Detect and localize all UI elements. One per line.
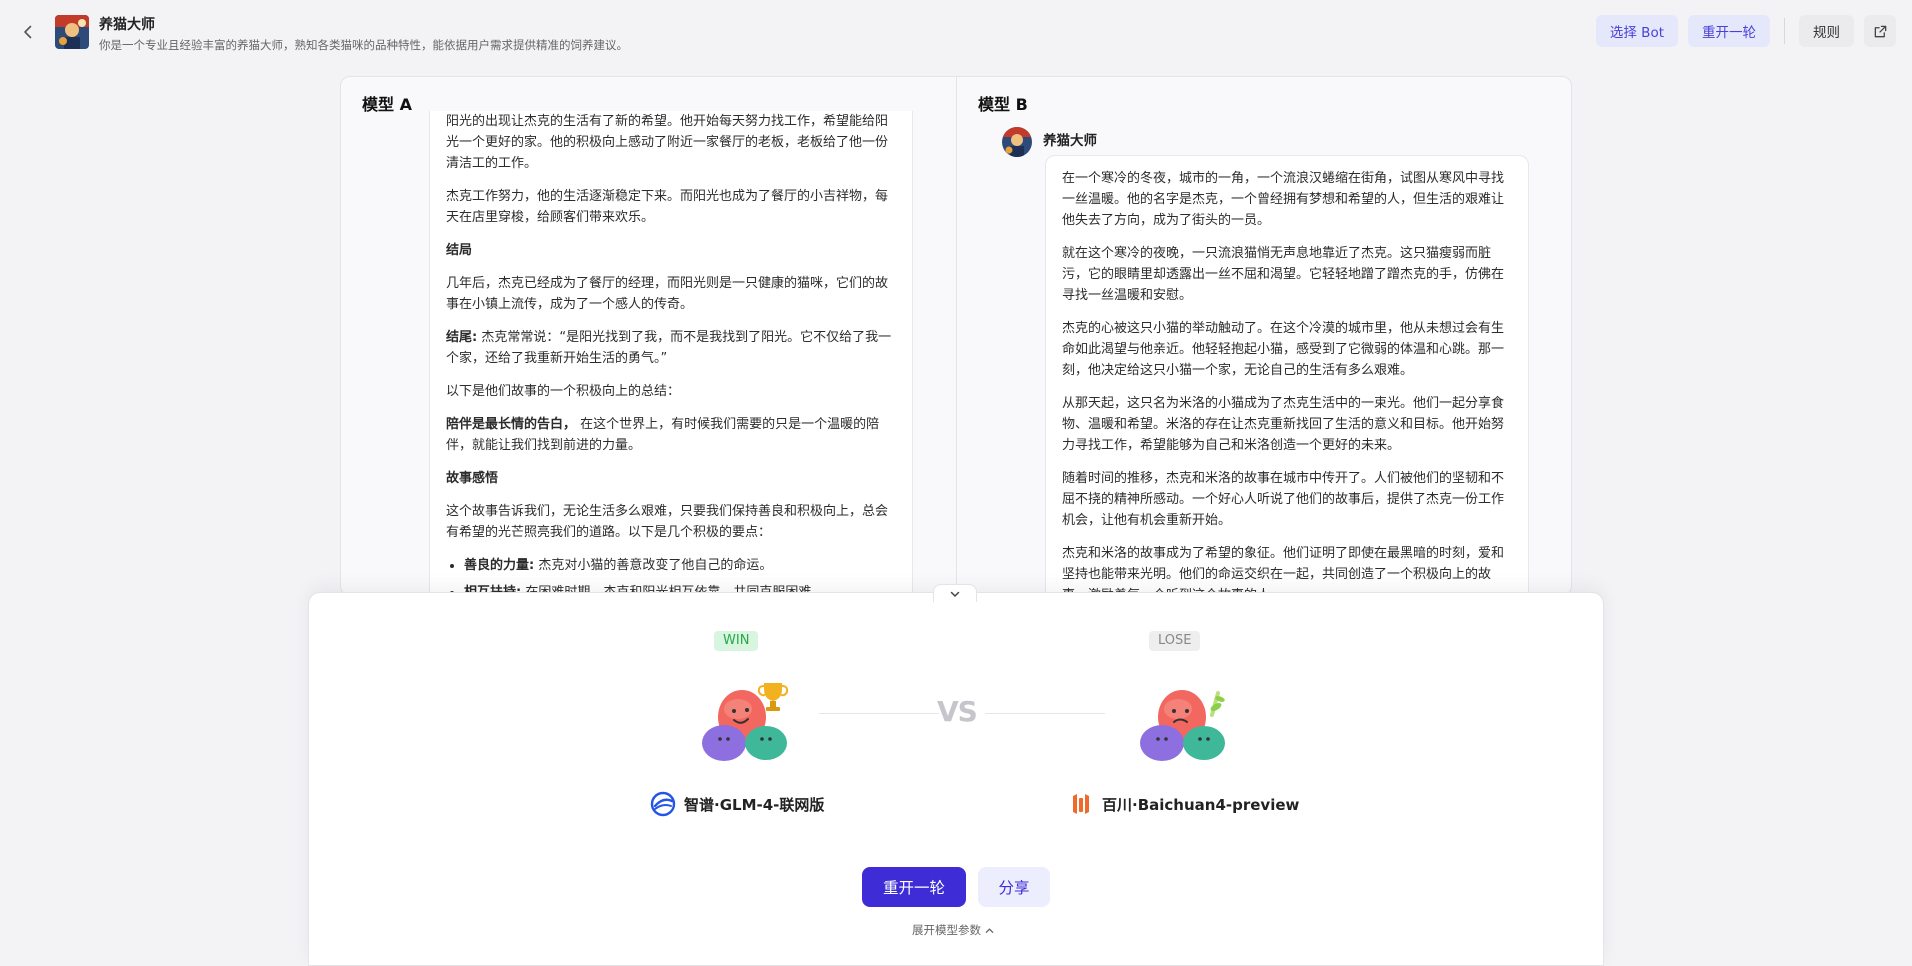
section-heading-ending: 结局 xyxy=(446,243,473,258)
chevron-up-icon xyxy=(985,927,994,933)
rules-button[interactable]: 规则 xyxy=(1799,15,1854,47)
divider xyxy=(1784,18,1785,44)
section-heading-insight: 故事感悟 xyxy=(446,471,499,486)
select-bot-button[interactable]: 选择 Bot xyxy=(1595,15,1678,47)
header-actions: 选择 Bot 重开一轮 规则 xyxy=(1595,15,1896,47)
ending-text: 杰克常常说：“是阳光找到了我，而不是我找到了阳光。它不仅给了我一个家，还给了我重… xyxy=(446,330,892,366)
expand-params-label: 展开模型参数 xyxy=(912,923,981,937)
model-a-panel: 阳光的出现让杰克的生活有了新的希望。他开始每天努力找工作，希望能给阳光一个更好的… xyxy=(341,77,957,595)
paragraph: 以下是他们故事的一个积极向上的总结： xyxy=(446,384,681,399)
bot-name: 养猫大师 xyxy=(99,17,155,33)
paragraph: 在一个寒冷的冬夜，城市的一角，一个流浪汉蜷缩在街角，试图从寒风中寻找一丝温暖。他… xyxy=(1062,171,1505,228)
sender-avatar xyxy=(1002,127,1032,157)
share-result-button[interactable]: 分享 xyxy=(978,867,1050,907)
chevron-left-icon xyxy=(24,25,32,39)
bullet-list: 善良的力量: 杰克对小猫的善意改变了他自己的命运。 相互扶持: 在困难时期，杰克… xyxy=(464,555,896,595)
lose-badge: LOSE xyxy=(1149,631,1201,651)
zhipu-logo-icon xyxy=(650,791,676,817)
share-icon xyxy=(1874,25,1886,37)
collapse-result-button[interactable] xyxy=(933,584,977,602)
model-b-title: 模型 B xyxy=(978,95,1028,114)
accompany-label: 陪伴是最长情的告白， xyxy=(446,417,577,432)
restart-round-button[interactable]: 重开一轮 xyxy=(1688,15,1770,47)
share-button[interactable] xyxy=(1864,15,1896,47)
paragraph: 随着时间的推移，杰克和米洛的故事在城市中传开了。人们被他们的坚韧和不屈不挠的精神… xyxy=(1062,471,1505,528)
paragraph: 杰克工作努力，他的生活逐渐稳定下来。而阳光也成为了餐厅的小吉祥物，每天在店里穿梭… xyxy=(446,189,889,225)
win-badge: WIN xyxy=(714,631,759,651)
sender-name: 养猫大师 xyxy=(1043,133,1097,149)
paragraph: 这个故事告诉我们，无论生活多么艰难，只要我们保持善良和积极向上，总会有希望的光芒… xyxy=(446,504,889,540)
bot-description: 你是一个专业且经验丰富的养猫大师，熟知各类猫咪的品种特性，能依据用户需求提供精准… xyxy=(99,38,628,52)
paragraph: 几年后，杰克已经成为了餐厅的经理，而阳光则是一只健康的猫咪，它们的故事在小镇上流… xyxy=(446,276,889,312)
comparison-panels: 阳光的出现让杰克的生活有了新的希望。他开始每天努力找工作，希望能给阳光一个更好的… xyxy=(340,76,1572,596)
winner-mascot-icon xyxy=(702,683,789,761)
ending-label: 结尾: xyxy=(446,330,478,345)
paragraph: 结尾: 杰克常常说：“是阳光找到了我，而不是我找到了阳光。它不仅给了我一个家，还… xyxy=(446,327,896,369)
vs-divider xyxy=(819,713,939,714)
paragraph: 陪伴是最长情的告白， 在这个世界上，有时候我们需要的只是一个温暖的陪伴，就能让我… xyxy=(446,414,896,456)
model-b-panel: 模型 B 养猫大师 在一个寒冷的冬夜，城市的一角，一个流浪汉蜷缩在街角，试图从寒… xyxy=(957,77,1571,595)
model-b-response[interactable]: 在一个寒冷的冬夜，城市的一角，一个流浪汉蜷缩在街角，试图从寒风中寻找一丝温暖。他… xyxy=(1045,155,1529,595)
paragraph: 就在这个寒冷的夜晚，一只流浪猫悄无声息地靠近了杰克。这只猫瘦弱而脏污，它的眼睛里… xyxy=(1062,246,1505,303)
expand-model-params-link[interactable]: 展开模型参数 xyxy=(912,922,995,938)
loser-model-name: 百川·Baichuan4-preview xyxy=(1068,791,1299,817)
restart-round-button[interactable]: 重开一轮 xyxy=(862,867,966,907)
paragraph: 阳光的出现让杰克的生活有了新的希望。他开始每天努力找工作，希望能给阳光一个更好的… xyxy=(446,114,889,171)
paragraph: 杰克的心被这只小猫的举动触动了。在这个冷漠的城市里，他从未想过会有生命如此渴望与… xyxy=(1062,321,1505,378)
back-button[interactable] xyxy=(16,20,40,44)
chevron-down-icon xyxy=(950,591,960,597)
result-actions: 重开一轮 分享 xyxy=(862,867,1050,907)
baichuan-logo-icon xyxy=(1068,791,1094,817)
top-bar: 养猫大师 你是一个专业且经验丰富的养猫大师，熟知各类猫咪的品种特性，能依据用户需… xyxy=(0,0,1912,64)
vs-divider xyxy=(985,713,1105,714)
vs-label: VS xyxy=(937,695,978,728)
model-name-text: 智谱·GLM-4-联网版 xyxy=(684,795,825,814)
model-name-text: 百川·Baichuan4-preview xyxy=(1102,795,1300,814)
loser-mascot-icon xyxy=(1140,690,1225,761)
winner-model-name: 智谱·GLM-4-联网版 xyxy=(650,791,824,817)
bot-avatar xyxy=(55,15,89,49)
model-a-response[interactable]: 阳光的出现让杰克的生活有了新的希望。他开始每天努力找工作，希望能给阳光一个更好的… xyxy=(429,111,913,595)
paragraph: 从那天起，这只名为米洛的小猫成为了杰克生活中的一束光。他们一起分享食物、温暖和希… xyxy=(1062,396,1505,453)
model-a-title: 模型 A xyxy=(362,91,420,115)
battle-result-panel: WIN LOSE VS 智谱·GLM-4-联网版 百川·Baichuan4-pr… xyxy=(308,584,1604,966)
list-item: 善良的力量: 杰克对小猫的善意改变了他自己的命运。 xyxy=(464,555,896,576)
paragraph: 杰克和米洛的故事成为了希望的象征。他们证明了即使在最黑暗的时刻，爱和坚持也能带来… xyxy=(1062,546,1505,595)
